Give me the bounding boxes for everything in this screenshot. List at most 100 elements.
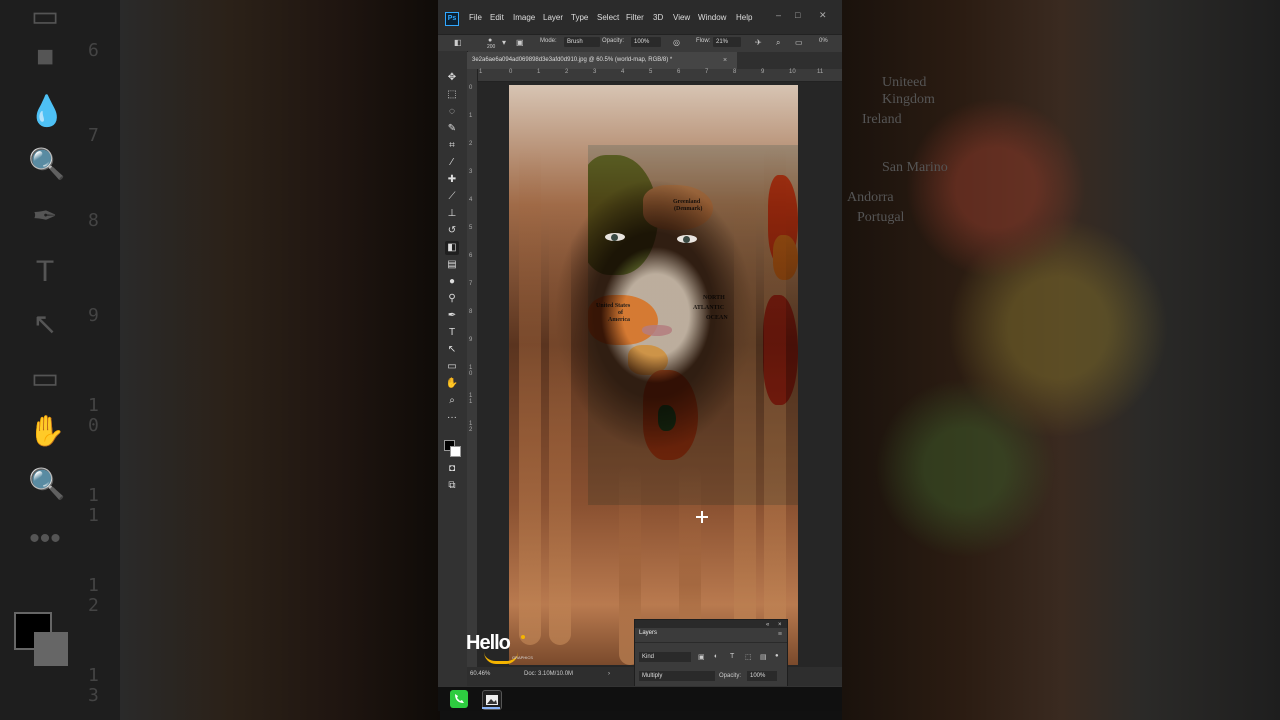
pressure-opacity-icon[interactable]: ◎ bbox=[673, 37, 680, 49]
close-button[interactable]: ✕ bbox=[819, 10, 827, 21]
layer-filter-kind-select[interactable]: Kind bbox=[639, 652, 691, 662]
quick-mask-icon[interactable]: ◘ bbox=[445, 462, 459, 476]
photoshop-logo-icon: Ps bbox=[445, 12, 459, 26]
ghost-ruler-label: 9 bbox=[88, 305, 99, 326]
menu-file[interactable]: File bbox=[469, 13, 482, 22]
ruler-tick: 3 bbox=[593, 69, 597, 75]
lips bbox=[642, 325, 672, 336]
ghost-ruler-label: 3 bbox=[88, 685, 99, 706]
ghost-map-label: San Marino bbox=[882, 160, 948, 175]
close-icon[interactable]: × bbox=[723, 52, 727, 69]
opacity-input[interactable]: 100% bbox=[631, 37, 661, 47]
ghost-map-label: Andorra bbox=[847, 190, 894, 205]
maximize-button[interactable]: □ bbox=[795, 10, 800, 20]
menu-select[interactable]: Select bbox=[597, 13, 619, 22]
angle-value[interactable]: 0% bbox=[819, 38, 828, 44]
move-tool-icon[interactable]: ✥ bbox=[445, 71, 459, 85]
shape-filter-icon[interactable]: ⬚ bbox=[745, 653, 752, 661]
ruler-tick: 1 bbox=[537, 69, 541, 75]
quick-select-tool-icon[interactable]: ✎ bbox=[445, 122, 459, 136]
mode-select[interactable]: Brush bbox=[564, 37, 600, 47]
workspace-icon[interactable]: ▭ bbox=[795, 37, 803, 49]
options-bar: ◧ ● 200 ▾ ▣ Mode: Brush Opacity: 100% ◎ … bbox=[438, 34, 842, 53]
more-tools-icon[interactable]: ··· bbox=[445, 411, 459, 425]
background-color-swatch[interactable] bbox=[450, 446, 461, 457]
document-canvas-image[interactable]: Greenland (Denmark) United States of Ame… bbox=[509, 85, 798, 665]
layer-opacity-input[interactable]: 100% bbox=[747, 671, 777, 681]
adjustment-filter-icon[interactable]: ◐ bbox=[714, 653, 718, 660]
chevron-down-icon[interactable]: ▾ bbox=[502, 37, 506, 49]
ghost-ruler-label: 1 bbox=[88, 505, 99, 526]
blur-tool-icon[interactable]: ● bbox=[445, 275, 459, 289]
history-brush-tool-icon[interactable]: ↺ bbox=[445, 224, 459, 238]
menu-help[interactable]: Help bbox=[736, 13, 752, 22]
hair-decoration bbox=[549, 205, 571, 645]
ghost-ruler-label: 6 bbox=[88, 40, 99, 61]
panel-menu-icon[interactable]: ≡ bbox=[778, 631, 782, 638]
world-map-layer: Greenland (Denmark) United States of Ame… bbox=[588, 145, 798, 505]
airbrush-icon[interactable]: ✈ bbox=[755, 37, 762, 49]
menu-view[interactable]: View bbox=[673, 13, 690, 22]
panel-header: « × bbox=[635, 620, 787, 628]
active-app-indicator bbox=[482, 707, 500, 709]
map-label-atlantic: ATLANTIC bbox=[693, 305, 725, 311]
watermark-subtext: GRAPHICS bbox=[512, 655, 533, 660]
ghost-gradient-icon: ■ bbox=[35, 40, 55, 73]
stamp-tool-icon[interactable]: ⊥ bbox=[445, 207, 459, 221]
ghost-background-swatch bbox=[34, 632, 68, 666]
ghost-dodge-icon: 🔍 bbox=[28, 148, 66, 181]
tools-panel: ✥ ⬚ ◌ ✎ ⌗ ⁄ ✚ ⟋ ⊥ ↺ ◧ ▤ ● ⚲ ✒ T ↖ ▭ ✋ ⌕ … bbox=[438, 51, 468, 686]
zoom-tool-icon[interactable]: ⌕ bbox=[445, 394, 459, 408]
tab-layers[interactable]: Layers bbox=[639, 630, 658, 636]
menu-layer[interactable]: Layer bbox=[543, 13, 563, 22]
pen-tool-icon[interactable]: ✒ bbox=[445, 309, 459, 323]
menu-filter[interactable]: Filter bbox=[626, 13, 644, 22]
type-filter-icon[interactable]: T bbox=[730, 653, 734, 660]
status-menu-arrow[interactable]: › bbox=[608, 671, 610, 677]
rectangle-tool-icon[interactable]: ▭ bbox=[445, 360, 459, 374]
brush-tool-icon[interactable]: ⟋ bbox=[445, 190, 459, 204]
menu-type[interactable]: Type bbox=[571, 13, 588, 22]
hand-tool-icon[interactable]: ✋ bbox=[445, 377, 459, 391]
ruler-tick: 4 bbox=[469, 197, 473, 203]
menu-edit[interactable]: Edit bbox=[490, 13, 504, 22]
ruler-tick: 0 bbox=[469, 85, 473, 91]
collapse-icon[interactable]: « bbox=[766, 622, 769, 628]
ghost-zoom-icon: 🔍 bbox=[28, 468, 66, 501]
crop-tool-icon[interactable]: ⌗ bbox=[445, 139, 459, 153]
smart-object-filter-icon[interactable]: ▤ bbox=[760, 653, 767, 661]
gradient-tool-icon[interactable]: ▤ bbox=[445, 258, 459, 272]
flow-input[interactable]: 21% bbox=[713, 37, 741, 47]
path-select-tool-icon[interactable]: ↖ bbox=[445, 343, 459, 357]
menu-window[interactable]: Window bbox=[698, 13, 726, 22]
eyedropper-tool-icon[interactable]: ⁄ bbox=[445, 156, 459, 170]
eraser-tool-icon[interactable]: ◧ bbox=[445, 241, 459, 255]
land-africa bbox=[763, 295, 798, 405]
ruler-tick: 9 bbox=[469, 337, 473, 343]
close-icon[interactable]: × bbox=[778, 622, 782, 628]
menu-3d[interactable]: 3D bbox=[653, 13, 663, 22]
blend-mode-select[interactable]: Multiply bbox=[639, 671, 715, 681]
ruler-tick: 5 bbox=[649, 69, 653, 75]
eraser-tool-icon: ◧ bbox=[454, 38, 462, 47]
minimize-button[interactable]: – bbox=[776, 10, 781, 20]
lasso-tool-icon[interactable]: ◌ bbox=[445, 105, 459, 119]
menu-image[interactable]: Image bbox=[513, 13, 535, 22]
screen-mode-icon[interactable]: ⧉ bbox=[445, 479, 459, 493]
brush-settings-icon[interactable]: ▣ bbox=[516, 37, 524, 49]
healing-tool-icon[interactable]: ✚ bbox=[445, 173, 459, 187]
type-tool-icon[interactable]: T bbox=[445, 326, 459, 340]
phone-app-icon[interactable] bbox=[450, 690, 468, 708]
image-filter-icon[interactable]: ▣ bbox=[698, 653, 705, 661]
zoom-level[interactable]: 60.46% bbox=[470, 671, 490, 677]
marquee-tool-icon[interactable]: ⬚ bbox=[445, 88, 459, 102]
dodge-tool-icon[interactable]: ⚲ bbox=[445, 292, 459, 306]
right-eye bbox=[677, 235, 697, 243]
search-icon[interactable]: ⌕ bbox=[776, 37, 780, 49]
ruler-tick: 8 bbox=[733, 69, 737, 75]
map-label-united-states: United States bbox=[596, 303, 631, 309]
filter-toggle-icon[interactable]: ● bbox=[775, 653, 779, 659]
document-tab[interactable]: 3e2a6ae6a094ad069898d3e3afd0d910.jpg @ 6… bbox=[467, 52, 737, 69]
hair-decoration bbox=[519, 145, 541, 645]
ruler-tick: 10 bbox=[789, 69, 796, 75]
